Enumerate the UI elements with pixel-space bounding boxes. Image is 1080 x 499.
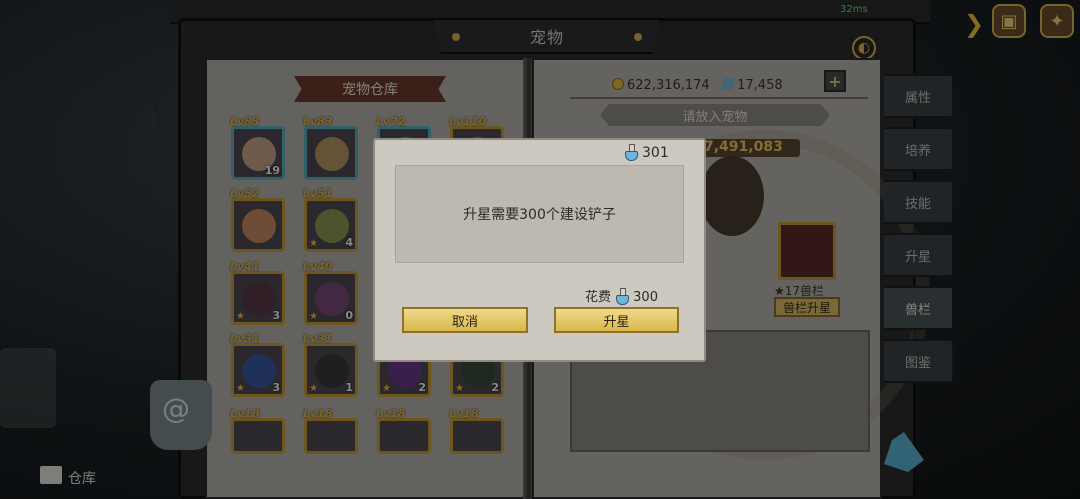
- owned-shovels: 301: [624, 144, 669, 161]
- cost-value: 300: [633, 290, 658, 305]
- dialog-cost: 花费 300: [585, 286, 658, 305]
- dialog-message-box: 升星需要300个建设铲子: [395, 165, 684, 263]
- cancel-button[interactable]: 取消: [402, 307, 528, 333]
- shovel-icon: [624, 144, 638, 161]
- shovel-icon: [615, 288, 630, 305]
- dialog-message: 升星需要300个建设铲子: [463, 207, 616, 223]
- cost-label: 花费: [585, 290, 612, 305]
- owned-shovel-count: 301: [642, 145, 669, 161]
- star-up-confirm-button[interactable]: 升星: [554, 307, 679, 333]
